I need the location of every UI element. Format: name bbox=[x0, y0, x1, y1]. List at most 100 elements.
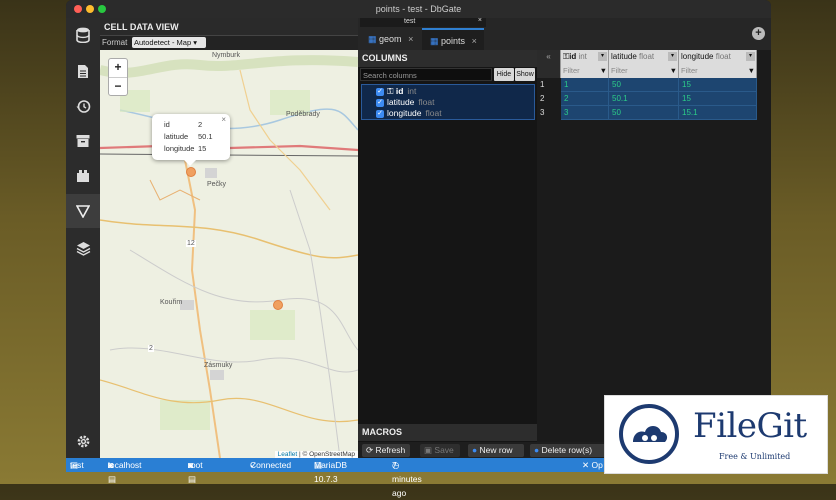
collapse-button[interactable]: « bbox=[537, 50, 561, 64]
filter-icon[interactable]: ▼ bbox=[748, 64, 755, 78]
row-number[interactable]: 1 bbox=[537, 78, 561, 92]
status-version-label: MariaDB 10.7.3 bbox=[314, 460, 348, 484]
tabs-bar: test × ▦ geom × ▦ points × + bbox=[358, 17, 771, 50]
new-row-button[interactable]: ● New row bbox=[468, 444, 524, 457]
zoom-in-button[interactable]: + bbox=[109, 59, 127, 78]
table-cell[interactable]: 50 bbox=[609, 78, 679, 92]
tab-points[interactable]: ▦ points × bbox=[422, 28, 484, 50]
column-header-name: latitude bbox=[611, 52, 637, 61]
table-cell[interactable]: 15.1 bbox=[679, 106, 757, 120]
key-icon: ⚿ bbox=[387, 86, 396, 96]
popup-value: 50.1 bbox=[198, 132, 213, 141]
table-cell[interactable]: 3 bbox=[561, 106, 609, 120]
row-number[interactable]: 2 bbox=[537, 92, 561, 106]
refresh-button[interactable]: ⟳ Refresh bbox=[362, 444, 410, 457]
chevron-down-icon[interactable]: ▾ bbox=[746, 52, 755, 61]
osm-attribution: | © OpenStreetMap bbox=[297, 451, 355, 458]
map-label-podebrady: Poděbrady bbox=[286, 111, 320, 118]
close-icon[interactable]: × bbox=[472, 36, 477, 46]
layers-icon[interactable] bbox=[66, 231, 100, 265]
leaflet-link[interactable]: Leaflet bbox=[278, 451, 298, 458]
column-type: float bbox=[418, 97, 435, 107]
columns-panel: COLUMNS Search columns Hide Show ✓ ⚿ id in… bbox=[358, 50, 538, 442]
filter-corner bbox=[537, 64, 561, 78]
delete-row-button[interactable]: ● Delete row(s) bbox=[530, 444, 608, 457]
column-item-longitude[interactable]: ✓ longitude float bbox=[376, 108, 442, 119]
column-item-latitude[interactable]: ✓ latitude float bbox=[376, 97, 435, 108]
archive-icon[interactable] bbox=[66, 124, 100, 158]
filter-input-id[interactable]: Filter ▼ bbox=[561, 64, 609, 78]
filegit-logo-icon bbox=[619, 404, 679, 464]
add-icon: ● bbox=[472, 445, 480, 455]
close-icon[interactable]: × bbox=[408, 34, 413, 44]
row-number[interactable]: 3 bbox=[537, 106, 561, 120]
map-popup: × id 2 latitude 50.1 longitude 15 bbox=[152, 114, 230, 166]
filter-input-longitude[interactable]: Filter ▼ bbox=[679, 64, 757, 78]
format-select[interactable]: Autodetect - Map ▾ bbox=[132, 37, 206, 48]
map-marker[interactable] bbox=[273, 300, 283, 310]
close-icon[interactable]: × bbox=[478, 17, 482, 24]
checkbox[interactable]: ✓ bbox=[376, 109, 384, 118]
save-label: Save bbox=[434, 445, 454, 455]
column-header-type: float bbox=[639, 52, 655, 61]
delete-row-label: Delete row(s) bbox=[541, 445, 593, 455]
database-icon[interactable] bbox=[66, 18, 100, 52]
chevron-down-icon[interactable]: ▾ bbox=[598, 52, 607, 61]
column-name: id bbox=[395, 86, 404, 96]
status-close[interactable]: ✕ Op bbox=[582, 458, 603, 472]
table-icon: ▦ bbox=[430, 36, 439, 46]
zoom-out-button[interactable]: − bbox=[109, 78, 127, 96]
watermark-name: FileGit bbox=[693, 406, 807, 446]
filter-icon[interactable] bbox=[66, 194, 100, 228]
tab-label: geom bbox=[379, 34, 402, 44]
table-cell[interactable]: 2 bbox=[561, 92, 609, 106]
map-label-pecky: Pečky bbox=[207, 181, 227, 188]
filter-icon[interactable]: ▼ bbox=[670, 64, 677, 78]
plugin-icon[interactable] bbox=[66, 159, 100, 193]
chevron-down-icon[interactable]: ▾ bbox=[668, 52, 677, 61]
file-icon[interactable] bbox=[66, 54, 100, 88]
popup-key: latitude bbox=[164, 132, 189, 141]
column-header-latitude[interactable]: latitude float ▾ bbox=[609, 50, 679, 64]
macros-title[interactable]: MACROS bbox=[358, 424, 537, 441]
column-header-name: id bbox=[569, 52, 577, 61]
popup-value: 2 bbox=[198, 120, 203, 129]
table-icon: ▦ bbox=[368, 34, 377, 44]
status-server-label: localhost bbox=[108, 460, 142, 470]
filter-input-latitude[interactable]: Filter ▼ bbox=[609, 64, 679, 78]
checkbox[interactable]: ✓ bbox=[376, 98, 384, 107]
table-cell[interactable]: 1 bbox=[561, 78, 609, 92]
hide-button[interactable]: Hide bbox=[494, 68, 514, 81]
table-cell[interactable]: 50.1 bbox=[609, 92, 679, 106]
add-tab-button[interactable]: + bbox=[752, 27, 765, 40]
table-cell[interactable]: 15 bbox=[679, 92, 757, 106]
column-item-id[interactable]: ✓ ⚿ id int bbox=[376, 86, 416, 97]
tab-geom[interactable]: ▦ geom × bbox=[360, 28, 422, 50]
show-button[interactable]: Show bbox=[515, 68, 535, 81]
filter-placeholder: Filter bbox=[611, 66, 628, 75]
checkbox[interactable]: ✓ bbox=[376, 87, 384, 96]
table-cell[interactable]: 15 bbox=[679, 78, 757, 92]
popup-close-icon[interactable]: × bbox=[221, 115, 226, 124]
sidebar bbox=[66, 18, 100, 458]
map-view[interactable]: Nymburk Poděbrady Pečky Kouřim Zásmuky 1… bbox=[100, 50, 358, 458]
format-label: Format bbox=[102, 38, 128, 47]
road-number-2: 2 bbox=[148, 345, 154, 352]
history-icon[interactable] bbox=[66, 89, 100, 123]
column-header-id[interactable]: ⚿id int ▾ bbox=[561, 50, 609, 64]
column-header-type: float bbox=[715, 52, 731, 61]
map-marker[interactable] bbox=[186, 167, 196, 177]
cell-data-view-title: CELL DATA VIEW bbox=[100, 18, 358, 36]
tab-group-label: test bbox=[404, 18, 416, 25]
filter-icon[interactable]: ▼ bbox=[600, 64, 607, 78]
window-title: points - test - DbGate bbox=[375, 4, 462, 14]
map-label-zasmuky: Zásmuky bbox=[204, 362, 233, 369]
search-columns-input[interactable]: Search columns bbox=[360, 68, 492, 81]
map-label-kourim: Kouřim bbox=[160, 299, 183, 306]
delete-icon: ● bbox=[534, 445, 542, 455]
settings-icon[interactable] bbox=[66, 424, 100, 458]
column-type: float bbox=[425, 108, 442, 118]
column-header-longitude[interactable]: longitude float ▾ bbox=[679, 50, 757, 64]
save-button[interactable]: ▣ Save bbox=[420, 444, 460, 457]
table-cell[interactable]: 50 bbox=[609, 106, 679, 120]
